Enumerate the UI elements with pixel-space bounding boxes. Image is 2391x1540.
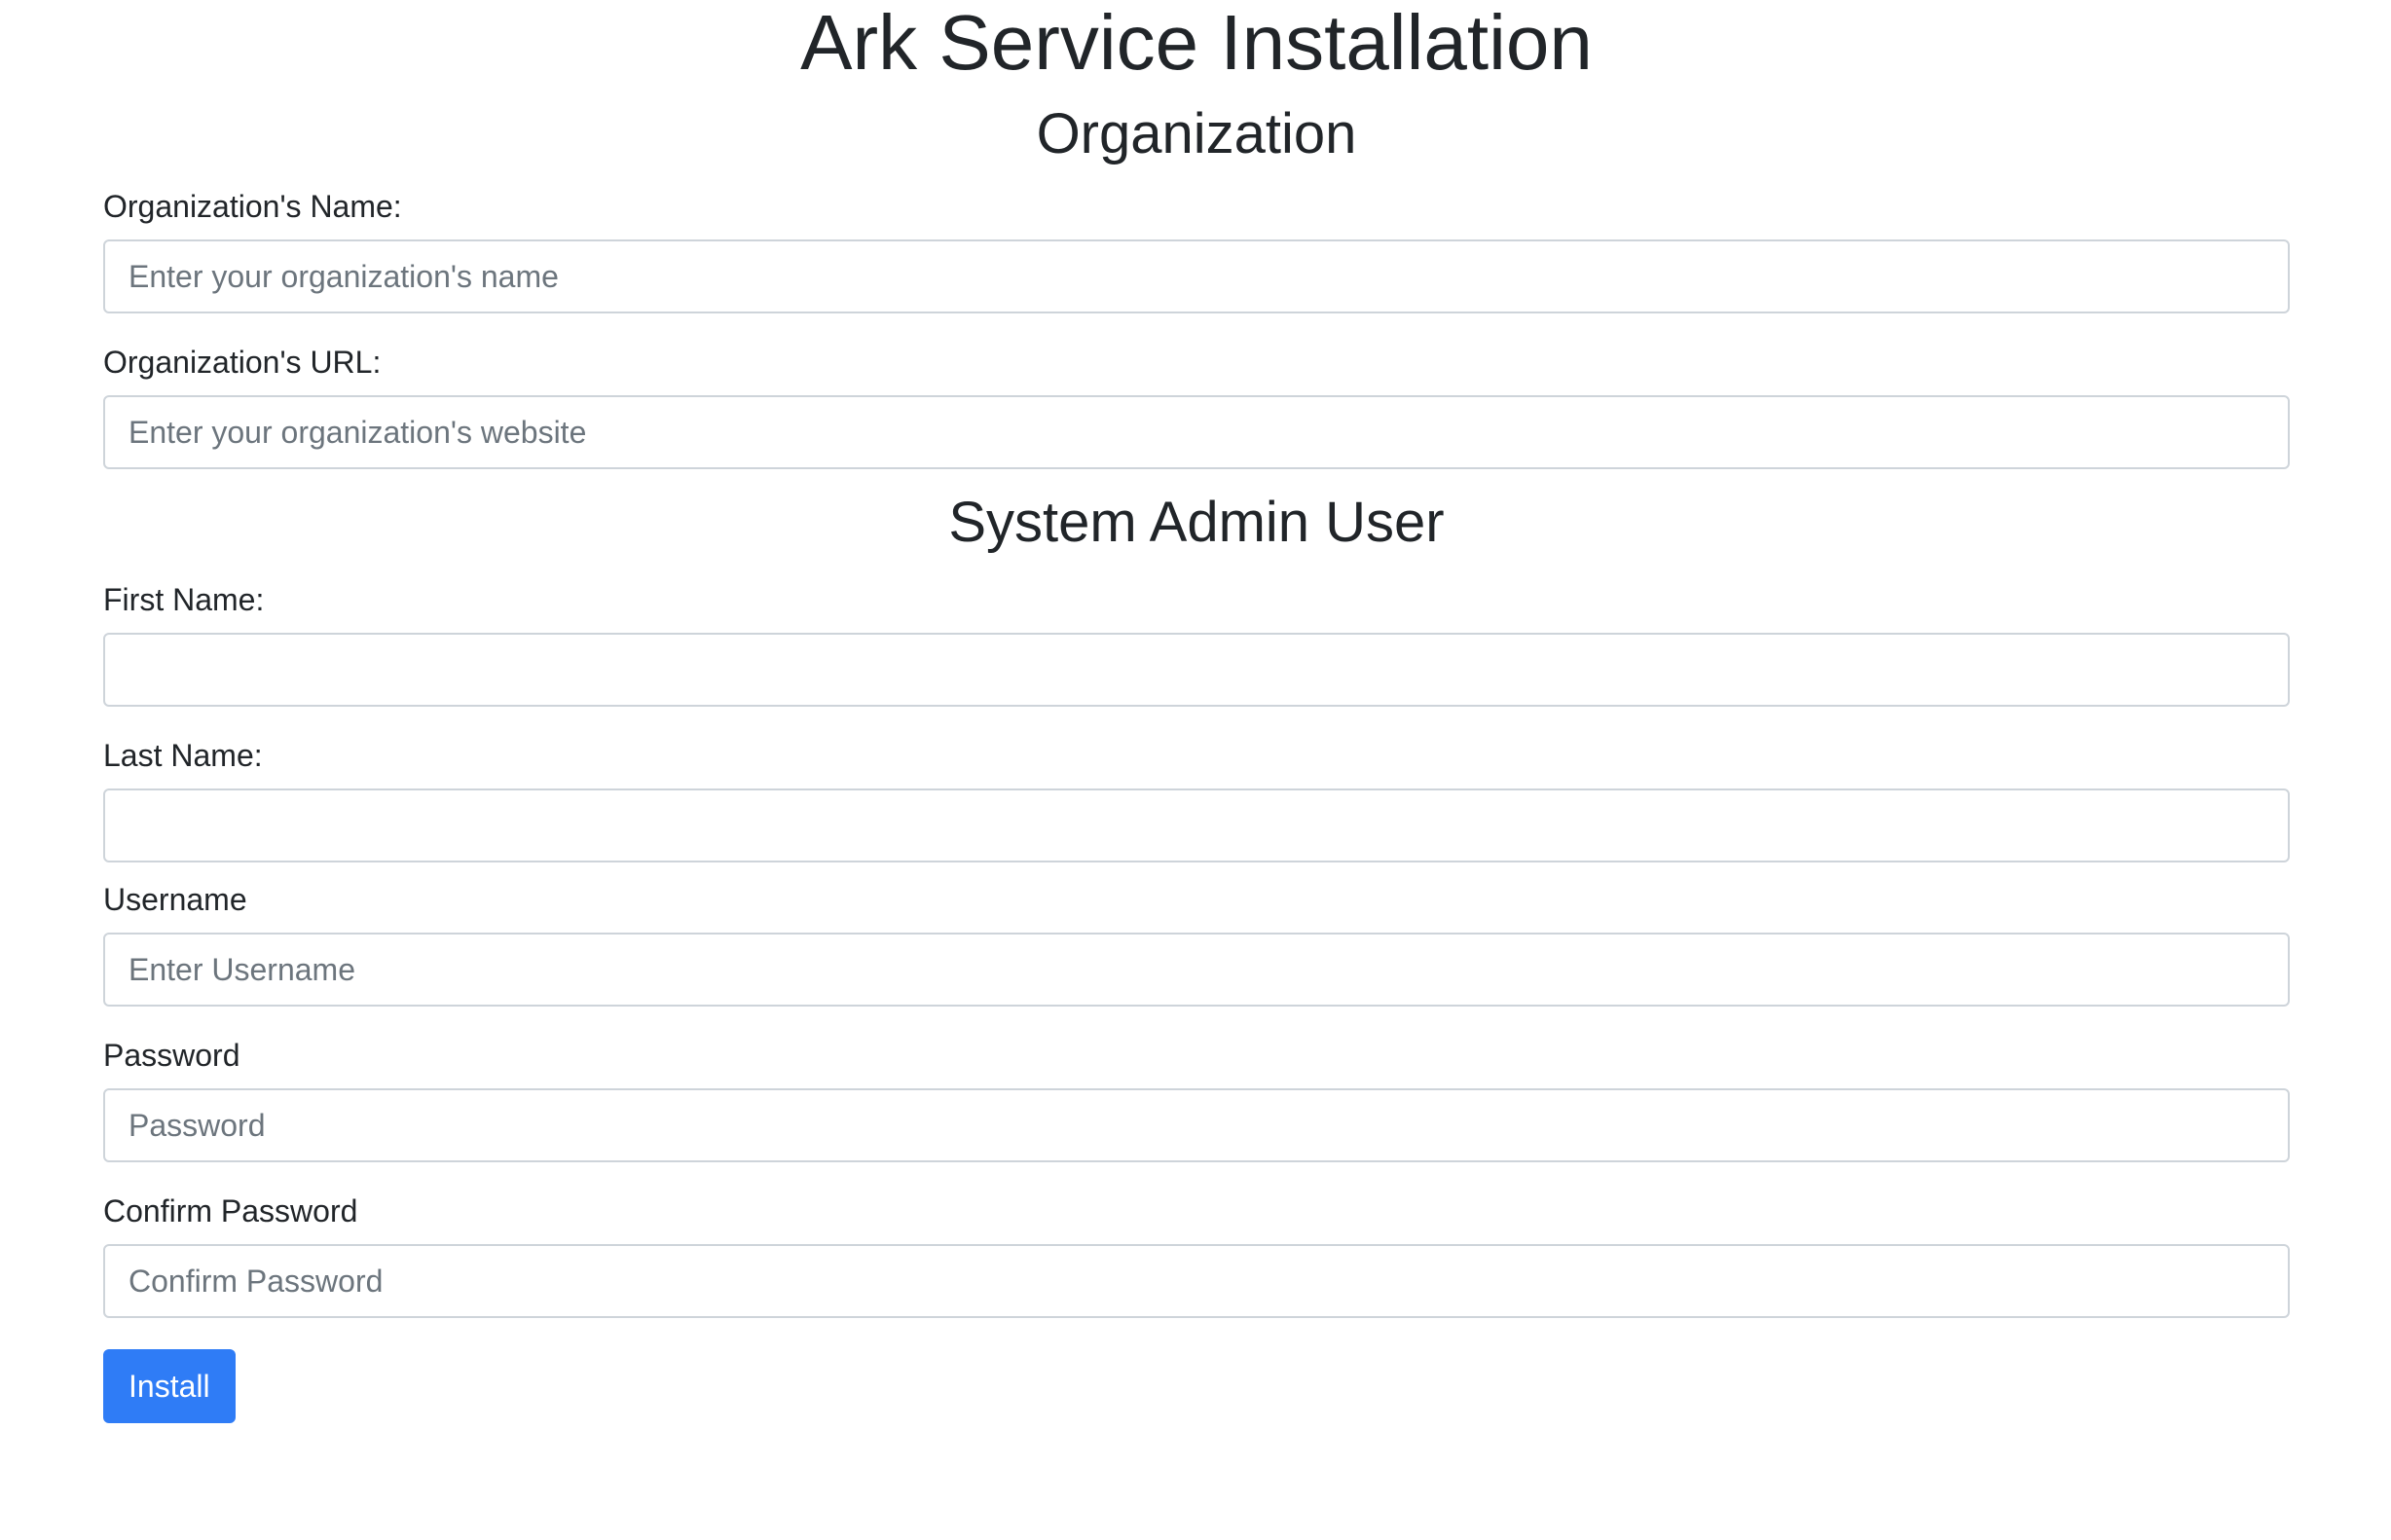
confirm-password-label: Confirm Password: [103, 1193, 358, 1228]
username-label: Username: [103, 882, 247, 917]
organization-url-field: Organization's URL:: [103, 339, 2290, 469]
password-label: Password: [103, 1038, 240, 1073]
organization-url-input[interactable]: [103, 395, 2290, 469]
install-button[interactable]: Install: [103, 1349, 236, 1423]
password-field: Password: [103, 1032, 2290, 1162]
system-admin-heading: System Admin User: [948, 491, 1445, 554]
organization-heading: Organization: [1036, 102, 1357, 165]
password-input[interactable]: [103, 1088, 2290, 1162]
installation-page: Ark Service Installation Organization Or…: [103, 0, 2290, 1423]
username-input[interactable]: [103, 933, 2290, 1007]
username-field: Username: [103, 876, 2290, 1007]
organization-name-input[interactable]: [103, 239, 2290, 313]
organization-name-field: Organization's Name:: [103, 183, 2290, 313]
first-name-input[interactable]: [103, 633, 2290, 707]
last-name-input[interactable]: [103, 788, 2290, 862]
confirm-password-input[interactable]: [103, 1244, 2290, 1318]
first-name-field: First Name:: [103, 576, 2290, 707]
first-name-label: First Name:: [103, 582, 265, 617]
organization-url-label: Organization's URL:: [103, 345, 382, 380]
page-title: Ark Service Installation: [800, 0, 1593, 86]
confirm-password-field: Confirm Password: [103, 1188, 2290, 1318]
last-name-field: Last Name:: [103, 732, 2290, 862]
organization-name-label: Organization's Name:: [103, 189, 402, 224]
last-name-label: Last Name:: [103, 738, 263, 773]
